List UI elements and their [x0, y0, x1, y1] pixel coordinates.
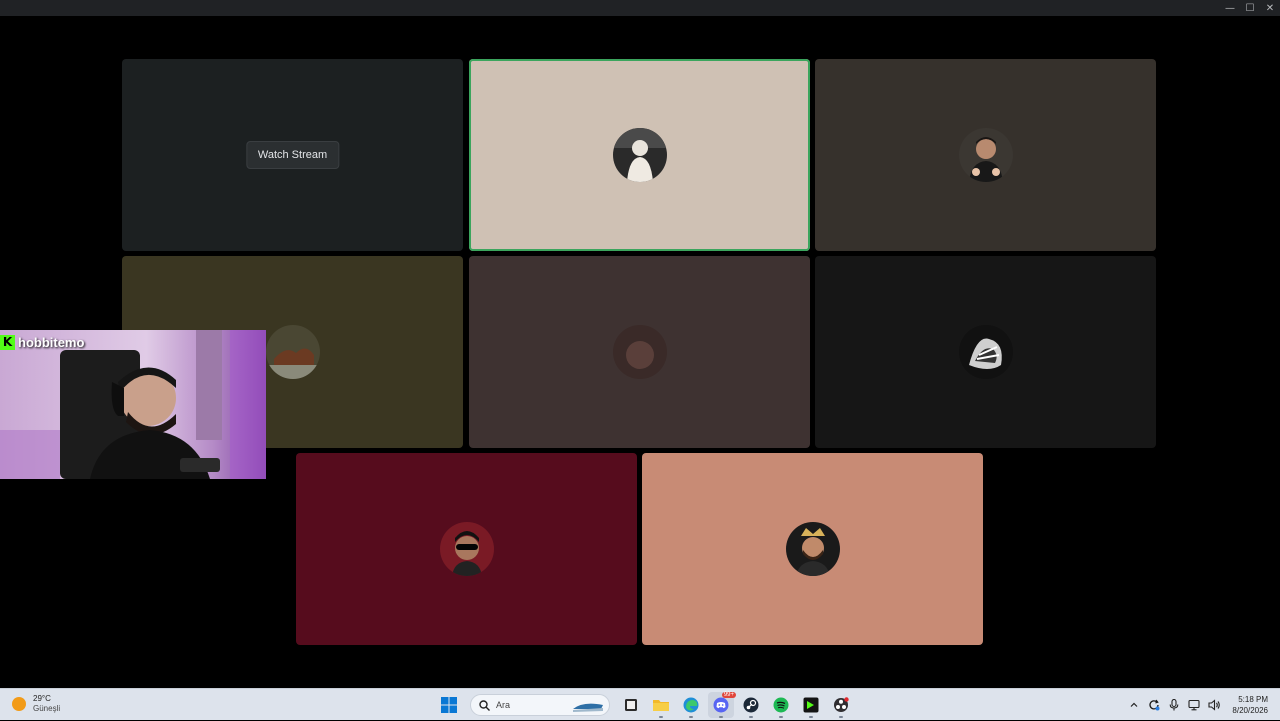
network-icon[interactable]	[1184, 695, 1204, 715]
task-view-icon[interactable]	[618, 692, 644, 718]
participant-tile[interactable]	[296, 453, 637, 645]
taskbar-pinned-apps: Ara 99+	[436, 692, 854, 718]
volume-icon[interactable]	[1204, 695, 1224, 715]
running-indicator	[689, 716, 693, 718]
running-indicator	[779, 716, 783, 718]
participant-tile[interactable]	[469, 256, 810, 448]
watch-stream-button[interactable]: Watch Stream	[245, 141, 340, 169]
sun-icon	[12, 697, 26, 711]
spotify-icon[interactable]	[768, 692, 794, 718]
search-highlight-icon	[573, 703, 603, 712]
participant-tile[interactable]	[642, 453, 983, 645]
webcam-overlay: K hobbitemo	[0, 330, 266, 479]
voice-call-stage: Watch Stream K hobbitemo	[0, 16, 1280, 688]
user-avatar-icon	[958, 325, 1013, 379]
webcam-username-label: K hobbitemo	[0, 333, 84, 351]
discord-notification-badge: 99+	[721, 692, 736, 698]
taskbar-search-box[interactable]: Ara	[470, 694, 610, 716]
kick-logo-icon: K	[0, 334, 15, 350]
participant-tile[interactable]	[469, 59, 810, 251]
obs-icon[interactable]	[828, 692, 854, 718]
taskbar-clock[interactable]: 5:18 PM 8/20/2026	[1224, 694, 1280, 716]
running-indicator	[839, 716, 843, 718]
participant-tile[interactable]	[815, 59, 1156, 251]
user-avatar-icon	[958, 128, 1013, 182]
weather-description: Güneşli	[33, 704, 61, 713]
stream-tile[interactable]: Watch Stream	[122, 59, 463, 251]
system-tray: 5:18 PM 8/20/2026	[1124, 689, 1280, 721]
user-avatar-icon	[265, 325, 320, 379]
webcam-username: hobbitemo	[18, 334, 85, 350]
discord-icon[interactable]: 99+	[708, 692, 736, 718]
windows-taskbar: 29°C Güneşli Ara 99+ 5:18 PM 8/20/2026	[0, 688, 1280, 720]
search-icon	[479, 699, 490, 711]
close-button[interactable]: ✕	[1260, 0, 1280, 16]
running-indicator	[809, 716, 813, 718]
user-avatar-icon	[785, 522, 840, 576]
search-placeholder: Ara	[496, 700, 511, 710]
user-avatar-icon	[612, 128, 667, 182]
maximize-button[interactable]: ☐	[1240, 0, 1260, 16]
microphone-icon[interactable]	[1164, 695, 1184, 715]
weather-temperature: 29°C	[33, 694, 51, 703]
running-indicator	[719, 716, 723, 718]
participant-tile[interactable]	[815, 256, 1156, 448]
steam-icon[interactable]	[738, 692, 764, 718]
user-avatar-icon	[439, 522, 494, 576]
sync-icon[interactable]	[1144, 695, 1164, 715]
user-avatar-icon	[612, 325, 667, 379]
terminal-app-icon[interactable]	[798, 692, 824, 718]
weather-widget[interactable]: 29°C Güneşli	[12, 694, 60, 714]
window-titlebar: — ☐ ✕	[0, 0, 1280, 16]
clock-time: 5:18 PM	[1238, 695, 1268, 704]
file-explorer-icon[interactable]	[648, 692, 674, 718]
edge-browser-icon[interactable]	[678, 692, 704, 718]
running-indicator	[659, 716, 663, 718]
clock-date: 8/20/2026	[1232, 706, 1268, 715]
webcam-video-frame	[0, 330, 266, 479]
chevron-up-icon[interactable]	[1124, 695, 1144, 715]
running-indicator	[749, 716, 753, 718]
window-controls: — ☐ ✕	[1220, 0, 1280, 16]
windows-start-icon[interactable]	[436, 692, 462, 718]
minimize-button[interactable]: —	[1220, 0, 1240, 16]
